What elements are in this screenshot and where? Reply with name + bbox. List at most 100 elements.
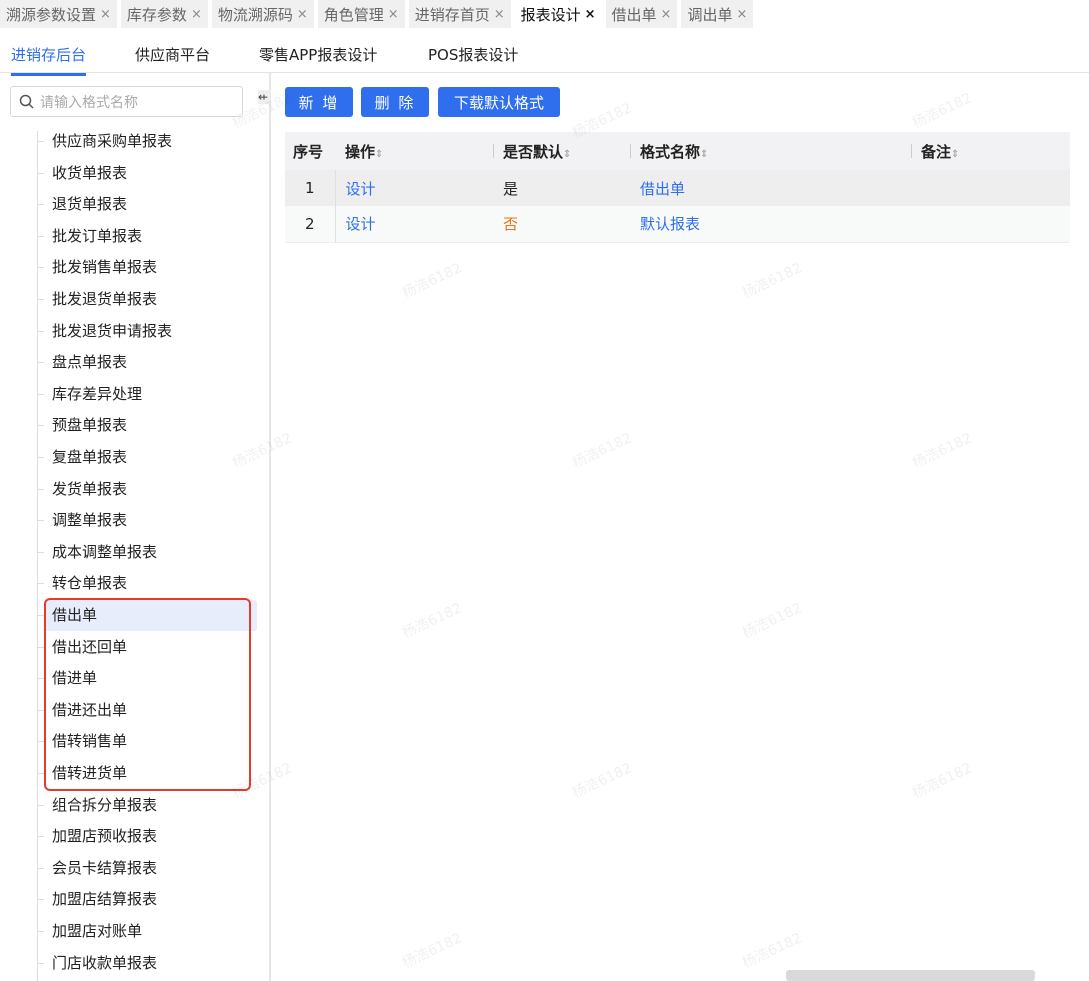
tree-item[interactable]: 批发退货单报表 <box>37 284 257 315</box>
is-default-cell: 是 <box>493 170 630 206</box>
tree-item[interactable]: 组合拆分单报表 <box>37 790 257 821</box>
watermark: 杨浩6182 <box>570 430 635 472</box>
platform-tabs: 进销存后台 供应商平台 零售APP报表设计 POS报表设计 <box>0 38 1089 76</box>
tree-item[interactable]: 复盘单报表 <box>37 442 257 473</box>
close-icon[interactable]: × <box>661 7 672 22</box>
tree-item[interactable]: 借出单 <box>37 600 257 631</box>
close-icon[interactable]: × <box>191 7 202 22</box>
sort-icon: ⇕ <box>951 148 960 160</box>
tab-label: 进销存首页 <box>414 5 490 24</box>
search-placeholder: 请输入格式名称 <box>40 94 138 111</box>
tree-item[interactable]: 借转销售单 <box>37 726 257 757</box>
tree-item[interactable]: 发货单报表 <box>37 474 257 505</box>
tree-item[interactable]: 加盟店结算报表 <box>37 884 257 915</box>
tree-item[interactable]: 加盟店预收报表 <box>37 821 257 852</box>
sort-icon: ⇕ <box>563 148 572 160</box>
subtab-backend[interactable]: 进销存后台 <box>11 44 87 76</box>
tab-bar: 溯源参数设置 × 库存参数 × 物流溯源码 × 角色管理 × 进销存首页 × 报表设计 × … <box>0 0 1089 28</box>
tab-label: 库存参数 <box>126 5 187 24</box>
tab-label: 报表设计 <box>520 5 581 24</box>
tree-item[interactable]: 收货单报表 <box>37 158 257 189</box>
tab-label: 溯源参数设置 <box>6 5 97 24</box>
table-row[interactable]: 1 设计 是 借出单 <box>285 170 1070 206</box>
tree-item[interactable]: 借进还出单 <box>37 695 257 726</box>
tree-item[interactable]: 成本调整单报表 <box>37 537 257 568</box>
tree-item[interactable]: 门店收款单报表 <box>37 948 257 979</box>
watermark: 杨浩6182 <box>400 930 465 972</box>
column-header-name[interactable]: 格式名称⇕ <box>630 132 911 170</box>
tree-item[interactable]: 库存差异处理 <box>37 379 257 410</box>
tab-trace-params[interactable]: 溯源参数设置 × <box>0 0 117 28</box>
watermark: 杨浩6182 <box>400 260 465 302</box>
subtab-retail-app[interactable]: 零售APP报表设计 <box>259 44 377 73</box>
tree-item[interactable]: 会员卡结算报表 <box>37 853 257 884</box>
format-name-link[interactable]: 借出单 <box>630 170 911 206</box>
tree-item[interactable]: 借转进货单 <box>37 758 257 789</box>
tree-item[interactable]: 预盘单报表 <box>37 410 257 441</box>
close-icon[interactable]: × <box>297 7 308 22</box>
tree-item[interactable]: 转仓单报表 <box>37 568 257 599</box>
tree-item[interactable]: 批发销售单报表 <box>37 252 257 283</box>
search-input[interactable]: 请输入格式名称 <box>10 86 243 117</box>
tab-inventory-home[interactable]: 进销存首页 × <box>408 0 511 28</box>
row-number: 2 <box>285 206 336 243</box>
collapse-sidebar-icon[interactable]: ⇷ <box>258 90 270 104</box>
close-icon[interactable]: × <box>585 7 596 22</box>
tree-guide-line <box>37 131 38 981</box>
design-link[interactable]: 设计 <box>335 170 493 206</box>
watermark: 杨浩6182 <box>740 260 805 302</box>
tab-inventory-params[interactable]: 库存参数 × <box>120 0 208 28</box>
watermark: 杨浩6182 <box>740 930 805 972</box>
tab-transfer-out[interactable]: 调出单 × <box>681 0 754 28</box>
column-header-remark[interactable]: 备注⇕ <box>911 132 1070 170</box>
sort-icon: ⇕ <box>375 148 384 160</box>
delete-button[interactable]: 删 除 <box>361 87 429 117</box>
remark-cell <box>911 170 1070 206</box>
tree-item[interactable]: 批发退货申请报表 <box>37 316 257 347</box>
watermark: 杨浩6182 <box>570 760 635 802</box>
is-default-cell: 否 <box>493 206 630 243</box>
tree-item[interactable]: 加盟店对账单 <box>37 916 257 947</box>
watermark: 杨浩6182 <box>910 430 975 472</box>
tab-label: 角色管理 <box>323 5 384 24</box>
format-table: 序号 操作⇕ 是否默认⇕ 格式名称⇕ 备注⇕ 1 设计 是 借出单 2 设计 否… <box>285 132 1070 243</box>
design-link[interactable]: 设计 <box>335 206 493 243</box>
search-icon <box>19 94 34 109</box>
table-row[interactable]: 2 设计 否 默认报表 <box>285 206 1070 243</box>
row-number: 1 <box>285 170 336 206</box>
subtab-supplier[interactable]: 供应商平台 <box>135 44 210 73</box>
watermark: 杨浩6182 <box>400 600 465 642</box>
tab-label: 物流溯源码 <box>217 5 293 24</box>
tab-lend-out[interactable]: 借出单 × <box>605 0 678 28</box>
download-default-button[interactable]: 下载默认格式 <box>438 87 560 117</box>
column-header-no: 序号 <box>285 132 335 170</box>
column-header-default[interactable]: 是否默认⇕ <box>493 132 630 170</box>
tree-item[interactable]: 调整单报表 <box>37 505 257 536</box>
watermark: 杨浩6182 <box>910 90 975 132</box>
tree-item[interactable]: 供应商采购单报表 <box>37 126 257 157</box>
close-icon[interactable]: × <box>736 7 747 22</box>
tab-logistics-code[interactable]: 物流溯源码 × <box>211 0 314 28</box>
watermark: 杨浩6182 <box>740 600 805 642</box>
tab-label: 借出单 <box>611 5 657 24</box>
subtab-pos[interactable]: POS报表设计 <box>428 44 518 73</box>
tree-item[interactable]: 退货单报表 <box>37 189 257 220</box>
close-icon[interactable]: × <box>100 7 111 22</box>
horizontal-scrollbar[interactable] <box>786 970 1035 981</box>
tab-role-management[interactable]: 角色管理 × <box>317 0 405 28</box>
tree-item[interactable]: 批发订单报表 <box>37 221 257 252</box>
remark-cell <box>911 206 1070 243</box>
tab-report-design[interactable]: 报表设计 × <box>514 0 602 28</box>
column-header-action[interactable]: 操作⇕ <box>335 132 493 170</box>
report-tree-sidebar: 请输入格式名称 ⇷ 供应商采购单报表 收货单报表 退货单报表 批发订单报表 批发销售单报… <box>0 73 271 981</box>
sort-icon: ⇕ <box>700 148 709 160</box>
tree-item[interactable]: 盘点单报表 <box>37 347 257 378</box>
tree-item[interactable]: 借出还回单 <box>37 632 257 663</box>
close-icon[interactable]: × <box>494 7 505 22</box>
add-button[interactable]: 新 增 <box>285 87 353 117</box>
close-icon[interactable]: × <box>388 7 399 22</box>
tree-item[interactable]: 借进单 <box>37 663 257 694</box>
tab-label: 调出单 <box>687 5 733 24</box>
watermark: 杨浩6182 <box>910 760 975 802</box>
format-name-link[interactable]: 默认报表 <box>630 206 911 243</box>
